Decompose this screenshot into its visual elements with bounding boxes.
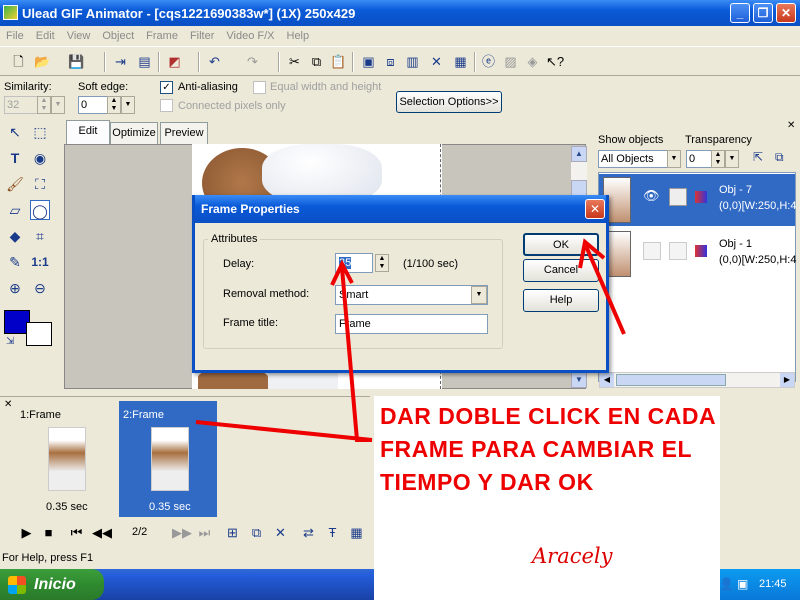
annotation-arrows [195, 238, 626, 442]
arrow-to-ok [584, 245, 626, 335]
arrow-to-delay [340, 267, 372, 442]
arrow-to-frame [195, 420, 373, 442]
